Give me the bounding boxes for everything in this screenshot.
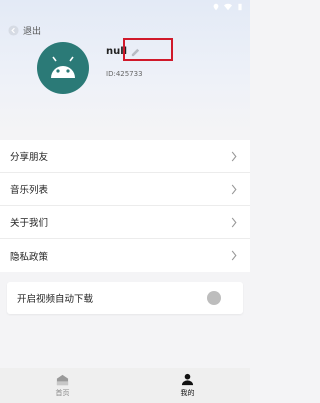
menu-item-privacy-policy[interactable]: 隐私政策 — [0, 239, 250, 272]
chevron-right-icon — [231, 217, 237, 227]
menu-item-label: 隐私政策 — [10, 251, 49, 263]
chevron-right-icon — [231, 184, 237, 194]
nav-home-label: 首页 — [55, 389, 70, 397]
menu-item-music-list[interactable]: 音乐列表 — [0, 173, 250, 206]
nav-home[interactable]: 首页 — [0, 368, 125, 403]
person-icon — [181, 373, 194, 386]
android-icon — [51, 56, 75, 78]
auto-download-toggle[interactable] — [207, 291, 221, 305]
user-id: ID:425733 — [106, 70, 143, 78]
chevron-right-icon — [231, 250, 237, 261]
auto-download-setting: 开启视频自动下载 — [7, 282, 243, 314]
avatar[interactable] — [37, 42, 89, 94]
menu-item-about-us[interactable]: 关于我们 — [0, 206, 250, 239]
battery-icon — [238, 3, 242, 11]
auto-download-label: 开启视频自动下载 — [17, 294, 94, 305]
nav-mine-label: 我的 — [180, 389, 195, 397]
menu-list: 分享朋友 音乐列表 关于我们 隐私政策 — [0, 140, 250, 272]
wifi-icon — [224, 3, 232, 11]
status-bar — [0, 0, 250, 14]
menu-item-label: 音乐列表 — [10, 185, 49, 196]
highlight-box — [123, 38, 173, 61]
back-arrow-icon — [8, 25, 19, 36]
logout-label: 退出 — [23, 27, 42, 37]
nav-mine[interactable]: 我的 — [125, 368, 250, 403]
menu-item-label: 关于我们 — [10, 218, 49, 229]
menu-item-share-friends[interactable]: 分享朋友 — [0, 140, 250, 173]
bottom-nav: 首页 我的 — [0, 368, 250, 403]
home-icon — [56, 374, 69, 386]
logout-button[interactable]: 退出 — [8, 24, 41, 37]
location-icon — [213, 3, 219, 11]
menu-item-label: 分享朋友 — [10, 152, 49, 163]
chevron-right-icon — [231, 151, 237, 161]
